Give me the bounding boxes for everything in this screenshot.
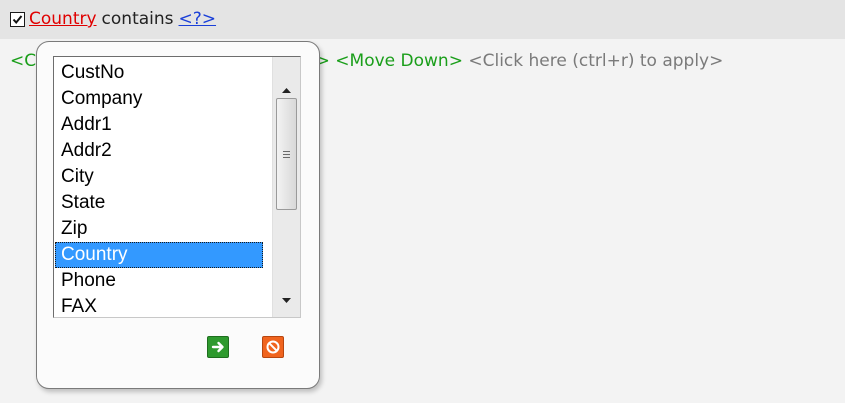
field-list-items: CustNo Company Addr1 Addr2 City State Zip Count…: [55, 60, 263, 317]
operator-link[interactable]: contains: [102, 8, 174, 30]
prohibit-icon: [266, 340, 280, 354]
field-list-item[interactable]: Country: [55, 242, 263, 268]
grip-icon: [283, 149, 290, 160]
field-list-item[interactable]: Phone: [55, 268, 263, 294]
field-picker-popup: CustNo Company Addr1 Addr2 City State Zip Count…: [36, 41, 320, 389]
checkmark-icon: [12, 14, 23, 24]
chevron-down-icon: [282, 297, 291, 303]
field-list-item[interactable]: City: [55, 164, 263, 190]
ok-button[interactable]: [207, 336, 229, 358]
apply-link[interactable]: <Click here (ctrl+r) to apply>: [468, 51, 723, 71]
field-listbox[interactable]: CustNo Company Addr1 Addr2 City State Zip Count…: [53, 56, 301, 318]
field-list-item[interactable]: Zip: [55, 216, 263, 242]
field-list-item[interactable]: FAX: [55, 294, 263, 317]
field-link[interactable]: Country: [29, 8, 97, 30]
arrow-right-icon: [211, 341, 224, 353]
chevron-up-icon: [282, 87, 291, 93]
scroll-thumb[interactable]: [276, 98, 297, 210]
listbox-scrollbar[interactable]: [272, 57, 300, 317]
field-list-item[interactable]: State: [55, 190, 263, 216]
field-list-item[interactable]: Addr2: [55, 138, 263, 164]
filter-enable-checkbox[interactable]: [10, 11, 25, 27]
field-list-item[interactable]: CustNo: [55, 60, 263, 86]
cancel-button[interactable]: [262, 336, 284, 358]
value-link[interactable]: <?>: [179, 8, 217, 30]
action-link-partial[interactable]: <C: [10, 50, 36, 72]
scroll-down-button[interactable]: [274, 287, 299, 313]
filter-condition: Country contains <?>: [10, 8, 216, 30]
field-list-item[interactable]: Addr1: [55, 112, 263, 138]
field-list-item[interactable]: Company: [55, 86, 263, 112]
move-down-link[interactable]: <Move Down>: [335, 51, 463, 71]
